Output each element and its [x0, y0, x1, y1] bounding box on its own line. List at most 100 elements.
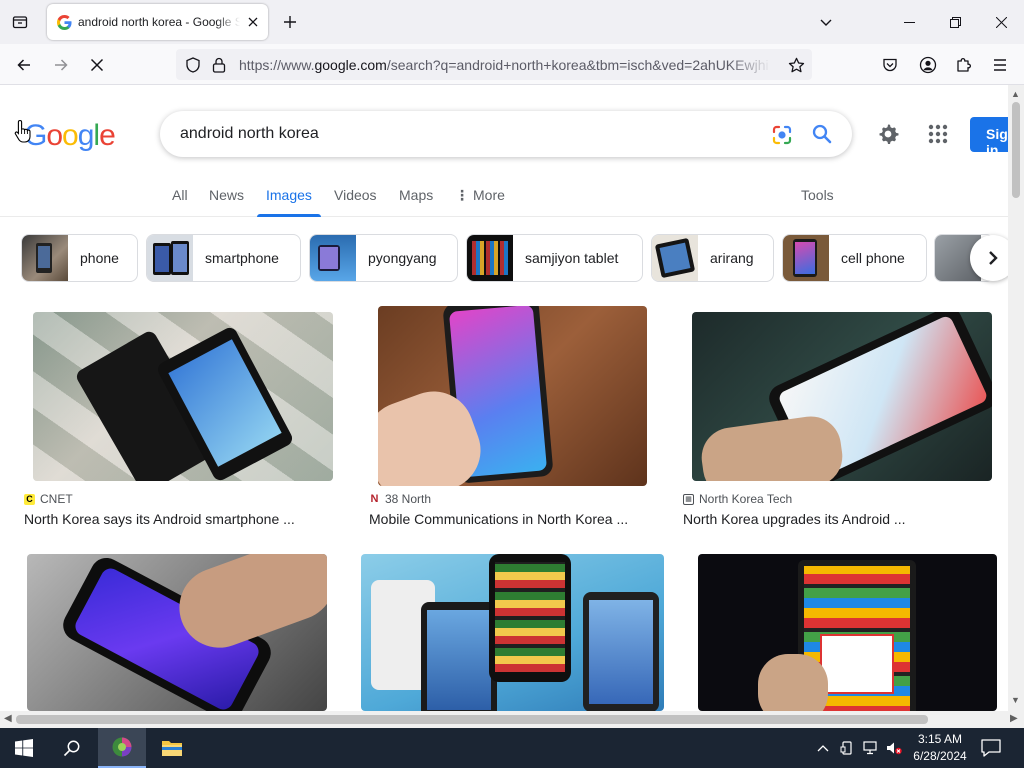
- result-thumbnail[interactable]: [33, 312, 333, 481]
- tablet-device-icon[interactable]: [839, 740, 855, 756]
- account-button[interactable]: [916, 53, 940, 77]
- vertical-scroll-thumb[interactable]: [1012, 102, 1020, 198]
- result-thumbnail[interactable]: [378, 306, 647, 486]
- tab-more[interactable]: ⋮ More: [455, 177, 505, 217]
- chip-label: pyongyang: [368, 250, 437, 266]
- scroll-down-arrow-icon[interactable]: ▼: [1011, 695, 1020, 705]
- result-source: ▦ North Korea Tech: [683, 492, 792, 506]
- sign-in-button[interactable]: Sign in: [970, 117, 1008, 158]
- chip-smartphone[interactable]: smartphone: [146, 234, 301, 282]
- google-lens-icon[interactable]: [770, 123, 794, 147]
- google-apps-grid-icon[interactable]: [926, 122, 950, 146]
- tab-all[interactable]: All: [172, 177, 188, 217]
- tab-close-button[interactable]: [244, 13, 262, 31]
- chip-cell-phone[interactable]: cell phone: [782, 234, 927, 282]
- extensions-button[interactable]: [952, 53, 976, 77]
- window-minimize-button[interactable]: [886, 0, 932, 44]
- vertical-scrollbar[interactable]: ▲ ▼: [1008, 85, 1024, 711]
- stop-loading-button[interactable]: [82, 50, 112, 80]
- taskbar-file-explorer-button[interactable]: [148, 728, 196, 768]
- restore-icon: [949, 16, 961, 28]
- taskbar-browser-button[interactable]: [98, 728, 146, 768]
- tab-maps[interactable]: Maps: [399, 177, 433, 217]
- scroll-left-arrow-icon[interactable]: ◀: [4, 713, 12, 724]
- tab-list-button[interactable]: [6, 8, 34, 36]
- chips-next-button[interactable]: [970, 235, 1008, 281]
- volume-muted-icon[interactable]: [886, 740, 902, 756]
- tab-videos[interactable]: Videos: [334, 177, 377, 217]
- settings-gear-icon[interactable]: [876, 122, 900, 146]
- address-bar[interactable]: https://www.google.com/search?q=android+…: [176, 49, 812, 80]
- google-logo[interactable]: Google: [24, 119, 116, 153]
- result-title[interactable]: North Korea upgrades its Android ...: [683, 511, 906, 527]
- search-box: [160, 111, 852, 157]
- search-icon[interactable]: [810, 122, 834, 146]
- back-arrow-icon: [17, 59, 30, 71]
- browser-globe-icon: [112, 737, 132, 757]
- more-vertical-icon: ⋮: [455, 187, 469, 203]
- chip-phone[interactable]: phone: [21, 234, 138, 282]
- chip-thumbnail: [310, 235, 356, 281]
- bookmark-star-button[interactable]: [786, 55, 806, 75]
- chevron-down-icon: [820, 19, 832, 26]
- web-page: Google android north korea Sig in All Ne…: [0, 85, 1008, 711]
- hand-pointer-cursor-icon: [14, 119, 31, 143]
- forward-button[interactable]: [46, 50, 76, 80]
- 38north-favicon-icon: N: [370, 493, 379, 505]
- source-name: 38 North: [385, 492, 432, 506]
- scroll-right-arrow-icon[interactable]: ▶: [1010, 713, 1018, 724]
- stop-loading-icon: [90, 58, 104, 72]
- tab-images[interactable]: Images: [266, 177, 312, 217]
- tools-button[interactable]: Tools: [801, 177, 834, 217]
- active-tab-indicator: [257, 214, 321, 217]
- folder-icon: [162, 741, 182, 756]
- taskbar-clock[interactable]: 3:15 AM 6/28/2024: [912, 731, 968, 765]
- url-text[interactable]: https://www.google.com/search?q=android+…: [239, 57, 771, 73]
- pocket-button[interactable]: [878, 53, 902, 77]
- horizontal-scroll-thumb[interactable]: [16, 715, 928, 724]
- show-hidden-icons-chevron-up-icon[interactable]: [815, 740, 831, 756]
- chip-thumbnail: [652, 235, 698, 281]
- lock-icon[interactable]: [211, 56, 227, 74]
- chevron-right-icon: [989, 251, 998, 265]
- result-thumbnail[interactable]: [698, 554, 997, 711]
- result-thumbnail[interactable]: [361, 554, 664, 711]
- clock-time: 3:15 AM: [917, 732, 963, 746]
- new-tab-button[interactable]: [276, 8, 304, 36]
- list-all-tabs-button[interactable]: [812, 8, 840, 36]
- taskbar-search-button[interactable]: [48, 728, 96, 768]
- result-thumbnail[interactable]: [27, 554, 327, 711]
- network-icon[interactable]: [863, 740, 879, 756]
- search-icon: [63, 740, 80, 757]
- minimize-icon: [903, 21, 915, 23]
- browser-navigation-bar: https://www.google.com/search?q=android+…: [0, 44, 1024, 85]
- chip-arirang[interactable]: arirang: [651, 234, 774, 282]
- chip-label: samjiyon tablet: [525, 250, 619, 266]
- window-restore-button[interactable]: [932, 0, 978, 44]
- window-close-button[interactable]: [978, 0, 1024, 44]
- source-name: CNET: [40, 492, 73, 506]
- result-title[interactable]: North Korea says its Android smartphone …: [24, 511, 295, 527]
- chip-thumbnail: [147, 235, 193, 281]
- horizontal-scrollbar[interactable]: ◀ ▶: [0, 711, 1024, 728]
- windows-taskbar: 3:15 AM 6/28/2024: [0, 728, 1024, 768]
- tracking-protection-shield-icon[interactable]: [184, 56, 202, 74]
- chip-samjiyon-tablet[interactable]: samjiyon tablet: [466, 234, 643, 282]
- close-icon: [248, 17, 258, 27]
- tab-news[interactable]: News: [209, 177, 244, 217]
- chip-pyongyang[interactable]: pyongyang: [309, 234, 458, 282]
- result-source: N 38 North: [369, 492, 432, 506]
- result-title[interactable]: Mobile Communications in North Korea ...: [369, 511, 628, 527]
- app-menu-button[interactable]: [988, 53, 1012, 77]
- browser-tab-active[interactable]: android north korea - Google Search: [47, 4, 268, 40]
- start-button[interactable]: [0, 728, 48, 768]
- search-input[interactable]: [180, 111, 740, 157]
- scroll-up-arrow-icon[interactable]: ▲: [1011, 89, 1020, 99]
- notification-center-icon[interactable]: [980, 738, 1002, 758]
- result-thumbnail[interactable]: [692, 312, 992, 481]
- tab-more-label: More: [473, 187, 505, 203]
- account-icon: [919, 56, 937, 74]
- source-name: North Korea Tech: [699, 492, 793, 506]
- back-button[interactable]: [9, 50, 39, 80]
- pocket-icon: [883, 58, 897, 72]
